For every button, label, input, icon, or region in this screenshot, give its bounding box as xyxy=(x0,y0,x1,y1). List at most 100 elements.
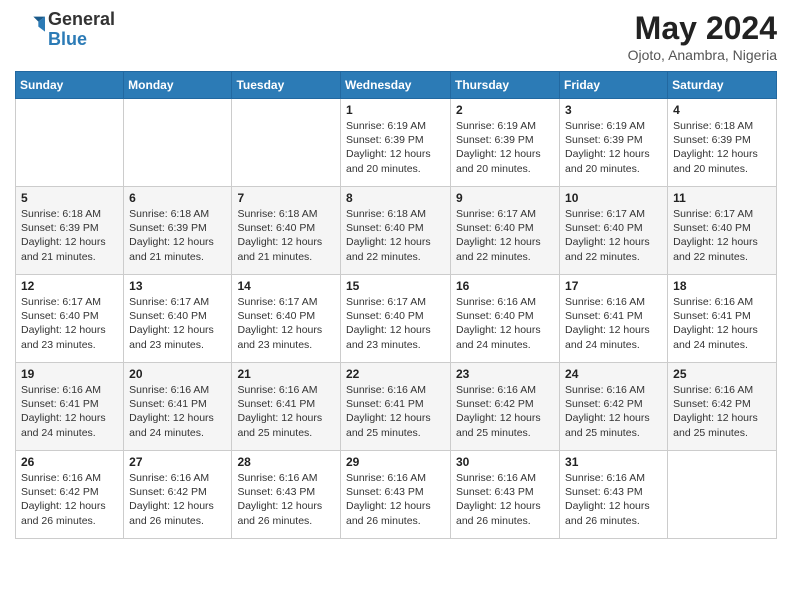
day-number: 21 xyxy=(237,367,335,381)
col-monday: Monday xyxy=(124,72,232,99)
day-number: 2 xyxy=(456,103,554,117)
table-row: 2 Sunrise: 6:19 AM Sunset: 6:39 PM Daylig… xyxy=(451,99,560,187)
table-row: 14 Sunrise: 6:17 AM Sunset: 6:40 PM Dayli… xyxy=(232,275,341,363)
day-number: 22 xyxy=(346,367,445,381)
calendar-week-row: 19 Sunrise: 6:16 AM Sunset: 6:41 PM Dayli… xyxy=(16,363,777,451)
day-info: Sunrise: 6:19 AM Sunset: 6:39 PM Dayligh… xyxy=(346,119,445,176)
calendar-week-row: 5 Sunrise: 6:18 AM Sunset: 6:39 PM Daylig… xyxy=(16,187,777,275)
col-saturday: Saturday xyxy=(668,72,777,99)
logo-blue: Blue xyxy=(48,30,115,50)
table-row: 16 Sunrise: 6:16 AM Sunset: 6:40 PM Dayli… xyxy=(451,275,560,363)
day-number: 14 xyxy=(237,279,335,293)
table-row: 18 Sunrise: 6:16 AM Sunset: 6:41 PM Dayli… xyxy=(668,275,777,363)
day-number: 23 xyxy=(456,367,554,381)
day-number: 29 xyxy=(346,455,445,469)
day-number: 13 xyxy=(129,279,226,293)
day-number: 28 xyxy=(237,455,335,469)
day-info: Sunrise: 6:16 AM Sunset: 6:42 PM Dayligh… xyxy=(129,471,226,528)
table-row: 26 Sunrise: 6:16 AM Sunset: 6:42 PM Dayli… xyxy=(16,451,124,539)
calendar-week-row: 26 Sunrise: 6:16 AM Sunset: 6:42 PM Dayli… xyxy=(16,451,777,539)
day-info: Sunrise: 6:18 AM Sunset: 6:40 PM Dayligh… xyxy=(237,207,335,264)
day-info: Sunrise: 6:16 AM Sunset: 6:43 PM Dayligh… xyxy=(237,471,335,528)
table-row: 15 Sunrise: 6:17 AM Sunset: 6:40 PM Dayli… xyxy=(341,275,451,363)
title-block: May 2024 Ojoto, Anambra, Nigeria xyxy=(628,10,777,63)
table-row: 28 Sunrise: 6:16 AM Sunset: 6:43 PM Dayli… xyxy=(232,451,341,539)
day-number: 24 xyxy=(565,367,662,381)
day-info: Sunrise: 6:16 AM Sunset: 6:41 PM Dayligh… xyxy=(673,295,771,352)
calendar-body: 1Sunrise: 6:19 AM Sunset: 6:39 PM Daylig… xyxy=(16,99,777,539)
table-row: 31 Sunrise: 6:16 AM Sunset: 6:43 PM Dayli… xyxy=(560,451,668,539)
col-friday: Friday xyxy=(560,72,668,99)
table-row xyxy=(668,451,777,539)
day-number: 17 xyxy=(565,279,662,293)
day-info: Sunrise: 6:16 AM Sunset: 6:42 PM Dayligh… xyxy=(456,383,554,440)
logo-general: General xyxy=(48,10,115,30)
day-info: Sunrise: 6:19 AM Sunset: 6:39 PM Dayligh… xyxy=(565,119,662,176)
day-number: 12 xyxy=(21,279,118,293)
table-row: 11 Sunrise: 6:17 AM Sunset: 6:40 PM Dayli… xyxy=(668,187,777,275)
table-row: 6 Sunrise: 6:18 AM Sunset: 6:39 PM Daylig… xyxy=(124,187,232,275)
header: General Blue May 2024 Ojoto, Anambra, Ni… xyxy=(15,10,777,63)
day-number: 3 xyxy=(565,103,662,117)
table-row xyxy=(124,99,232,187)
table-row: 23 Sunrise: 6:16 AM Sunset: 6:42 PM Dayli… xyxy=(451,363,560,451)
day-number: 16 xyxy=(456,279,554,293)
day-info: Sunrise: 6:16 AM Sunset: 6:43 PM Dayligh… xyxy=(565,471,662,528)
table-row: 19 Sunrise: 6:16 AM Sunset: 6:41 PM Dayli… xyxy=(16,363,124,451)
day-number: 26 xyxy=(21,455,118,469)
day-number: 10 xyxy=(565,191,662,205)
day-info: Sunrise: 6:16 AM Sunset: 6:41 PM Dayligh… xyxy=(346,383,445,440)
day-info: Sunrise: 6:16 AM Sunset: 6:42 PM Dayligh… xyxy=(21,471,118,528)
day-info: Sunrise: 6:19 AM Sunset: 6:39 PM Dayligh… xyxy=(456,119,554,176)
day-info: Sunrise: 6:18 AM Sunset: 6:39 PM Dayligh… xyxy=(673,119,771,176)
table-row: 29 Sunrise: 6:16 AM Sunset: 6:43 PM Dayli… xyxy=(341,451,451,539)
day-info: Sunrise: 6:17 AM Sunset: 6:40 PM Dayligh… xyxy=(129,295,226,352)
day-number: 6 xyxy=(129,191,226,205)
table-row: 27 Sunrise: 6:16 AM Sunset: 6:42 PM Dayli… xyxy=(124,451,232,539)
table-row: 17 Sunrise: 6:16 AM Sunset: 6:41 PM Dayli… xyxy=(560,275,668,363)
calendar-week-row: 12 Sunrise: 6:17 AM Sunset: 6:40 PM Dayli… xyxy=(16,275,777,363)
day-info: Sunrise: 6:17 AM Sunset: 6:40 PM Dayligh… xyxy=(673,207,771,264)
day-info: Sunrise: 6:17 AM Sunset: 6:40 PM Dayligh… xyxy=(237,295,335,352)
generalblue-logo-icon xyxy=(15,15,45,45)
day-number: 11 xyxy=(673,191,771,205)
day-info: Sunrise: 6:16 AM Sunset: 6:41 PM Dayligh… xyxy=(237,383,335,440)
day-info: Sunrise: 6:16 AM Sunset: 6:40 PM Dayligh… xyxy=(456,295,554,352)
day-number: 20 xyxy=(129,367,226,381)
day-number: 31 xyxy=(565,455,662,469)
table-row: 10 Sunrise: 6:17 AM Sunset: 6:40 PM Dayli… xyxy=(560,187,668,275)
logo-text: General Blue xyxy=(48,10,115,50)
table-row: 7Sunrise: 6:18 AM Sunset: 6:40 PM Daylig… xyxy=(232,187,341,275)
table-row: 25Sunrise: 6:16 AM Sunset: 6:42 PM Dayli… xyxy=(668,363,777,451)
col-wednesday: Wednesday xyxy=(341,72,451,99)
table-row: 21 Sunrise: 6:16 AM Sunset: 6:41 PM Dayli… xyxy=(232,363,341,451)
day-number: 18 xyxy=(673,279,771,293)
day-number: 8 xyxy=(346,191,445,205)
table-row: 20Sunrise: 6:16 AM Sunset: 6:41 PM Dayli… xyxy=(124,363,232,451)
table-row: 12Sunrise: 6:17 AM Sunset: 6:40 PM Dayli… xyxy=(16,275,124,363)
day-number: 19 xyxy=(21,367,118,381)
col-thursday: Thursday xyxy=(451,72,560,99)
table-row: 9Sunrise: 6:17 AM Sunset: 6:40 PM Daylig… xyxy=(451,187,560,275)
day-info: Sunrise: 6:18 AM Sunset: 6:40 PM Dayligh… xyxy=(346,207,445,264)
logo: General Blue xyxy=(15,10,115,50)
day-number: 9 xyxy=(456,191,554,205)
day-info: Sunrise: 6:16 AM Sunset: 6:43 PM Dayligh… xyxy=(346,471,445,528)
day-number: 30 xyxy=(456,455,554,469)
day-info: Sunrise: 6:18 AM Sunset: 6:39 PM Dayligh… xyxy=(21,207,118,264)
day-number: 27 xyxy=(129,455,226,469)
table-row xyxy=(232,99,341,187)
calendar-header: Sunday Monday Tuesday Wednesday Thursday… xyxy=(16,72,777,99)
day-info: Sunrise: 6:18 AM Sunset: 6:39 PM Dayligh… xyxy=(129,207,226,264)
day-info: Sunrise: 6:17 AM Sunset: 6:40 PM Dayligh… xyxy=(346,295,445,352)
day-number: 5 xyxy=(21,191,118,205)
table-row xyxy=(16,99,124,187)
day-info: Sunrise: 6:16 AM Sunset: 6:41 PM Dayligh… xyxy=(21,383,118,440)
day-number: 15 xyxy=(346,279,445,293)
col-tuesday: Tuesday xyxy=(232,72,341,99)
table-row: 1Sunrise: 6:19 AM Sunset: 6:39 PM Daylig… xyxy=(341,99,451,187)
weekday-header-row: Sunday Monday Tuesday Wednesday Thursday… xyxy=(16,72,777,99)
calendar-week-row: 1Sunrise: 6:19 AM Sunset: 6:39 PM Daylig… xyxy=(16,99,777,187)
day-info: Sunrise: 6:17 AM Sunset: 6:40 PM Dayligh… xyxy=(565,207,662,264)
day-info: Sunrise: 6:16 AM Sunset: 6:41 PM Dayligh… xyxy=(565,295,662,352)
